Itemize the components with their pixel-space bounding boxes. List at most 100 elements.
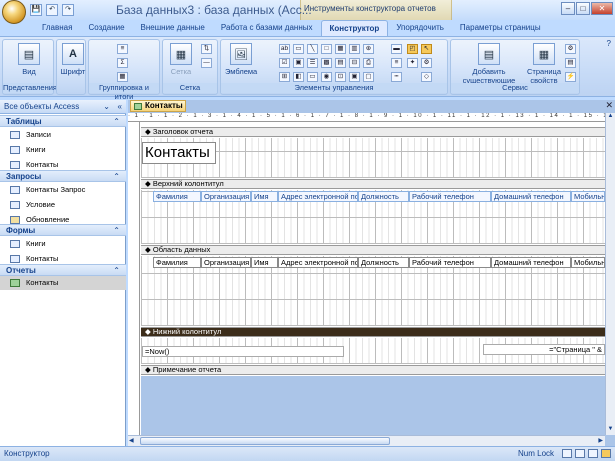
property-icon[interactable]: ◇ [421,72,432,82]
report-design-canvas[interactable]: · 1 · 1 · 1 · 2 · 1 · 3 · 1 · 4 · 1 · 5 … [128,113,605,435]
design-view-icon[interactable] [601,449,611,458]
tab-database-tools[interactable]: Работа с базами данных [213,20,321,36]
table-icon[interactable]: ▦ [335,44,346,54]
detail-field[interactable]: Адрес электронной почты [278,257,358,268]
toggle-icon[interactable]: ◧ [293,72,304,82]
scroll-right-icon[interactable]: ▶ [598,437,603,444]
report-title[interactable]: Контакты [142,142,216,164]
button-control-icon[interactable]: ▭ [307,72,318,82]
totals-icon[interactable]: Σ [117,58,128,68]
scroll-thumb[interactable] [140,437,390,445]
grid-button[interactable]: ▦ Сетка [165,43,197,76]
nav-section-forms[interactable]: Формы ⌃ [0,224,126,236]
close-button[interactable]: ✕ [591,2,613,15]
spacing-icon[interactable]: ⇅ [201,44,212,54]
attachment-icon[interactable]: ⎙ [363,58,374,68]
column-label[interactable]: Имя [251,191,278,202]
column-label[interactable]: Рабочий телефон [409,191,491,202]
detail-field[interactable]: Мобильный [571,257,605,268]
emblem-button[interactable]: 🖼 Эмблема [225,43,257,76]
macro-icon[interactable]: ⚡ [565,72,576,82]
document-tab[interactable]: Контакты [130,100,186,112]
tab-page-setup[interactable]: Параметры страницы [452,20,549,36]
collapse-icon[interactable]: « [118,100,122,114]
undo-icon[interactable]: ↶ [46,4,58,16]
image-icon[interactable]: ▩ [321,58,332,68]
property-sheet-button[interactable]: ▦ Страница свойств [527,43,561,85]
control-wizards-icon[interactable]: ✦ [407,58,418,68]
detail-field[interactable]: Организация [201,257,251,268]
nav-header[interactable]: Все объекты Access ⌄ « [0,100,126,114]
minimize-button[interactable]: – [561,2,575,15]
close-icon[interactable]: ✕ [605,100,613,111]
bound-frame-icon[interactable]: ▢ [363,72,374,82]
dropdown-icon[interactable]: ⌄ [103,100,110,114]
help-icon[interactable]: ? [607,39,611,48]
scroll-left-icon[interactable]: ◀ [129,437,134,444]
vertical-scrollbar[interactable]: ▲ ▼ [605,113,615,435]
detail-field[interactable]: Домашний телефон [491,257,571,268]
group-sort-icon[interactable]: ≡ [117,44,128,54]
column-label[interactable]: Домашний телефон [491,191,571,202]
nav-item-condition[interactable]: Условие [0,198,126,212]
tab-order-icon[interactable]: ⚙ [565,44,576,54]
nav-item-books-table[interactable]: Книги [0,143,126,157]
view-mode-icon[interactable] [562,449,572,458]
border-width-icon[interactable]: ≡ [391,58,402,68]
subform-icon[interactable]: ▤ [335,58,346,68]
nav-section-queries[interactable]: Запросы ⌃ [0,170,126,182]
line-control-icon[interactable]: ╲ [307,44,318,54]
tab-create[interactable]: Создание [80,20,132,36]
select-icon[interactable]: ◰ [407,44,418,54]
horizontal-ruler[interactable]: · 1 · 1 · 1 · 2 · 1 · 3 · 1 · 4 · 1 · 5 … [128,113,605,122]
view-mode-icon[interactable] [575,449,585,458]
band-page-header[interactable]: ◆ Верхний колонтитул [141,179,605,189]
nav-item-contacts-report[interactable]: Контакты [0,276,126,290]
border-color-icon[interactable]: ▬ [391,44,402,54]
border-style-icon[interactable]: ┅ [391,72,402,82]
footer-date-field[interactable]: =Now() [142,346,344,357]
office-button[interactable] [2,0,26,24]
activex-icon[interactable]: ⚙ [421,58,432,68]
vertical-ruler[interactable] [128,122,140,435]
horizontal-scrollbar[interactable]: ◀ ▶ [128,435,605,446]
band-detail[interactable]: ◆ Область данных [141,245,605,255]
option-group-icon[interactable]: ⊞ [279,72,290,82]
details-icon[interactable]: ▦ [117,72,128,82]
save-icon[interactable]: 💾 [30,4,42,16]
footer-page-field[interactable]: ="Страница " & [483,344,605,355]
textbox-icon[interactable]: ▭ [293,44,304,54]
checkbox-icon[interactable]: ☑ [279,58,290,68]
redo-icon[interactable]: ↷ [62,4,74,16]
detail-field[interactable]: Рабочий телефон [409,257,491,268]
nav-section-tables[interactable]: Таблицы ⌃ [0,115,126,127]
listbox-icon[interactable]: ☰ [307,58,318,68]
label-control-icon[interactable]: ab [279,44,290,54]
band-report-header[interactable]: ◆ Заголовок отчета [141,127,605,137]
detail-field[interactable]: Должность [358,257,409,268]
column-label[interactable]: Фамилия [153,191,201,202]
radio-icon[interactable]: ◉ [321,72,332,82]
tab-home[interactable]: Главная [34,20,80,36]
detail-field[interactable]: Фамилия [153,257,201,268]
column-label[interactable]: Мобильный [571,191,605,202]
page-break-icon[interactable]: ⊡ [335,72,346,82]
code-icon[interactable]: ▤ [565,58,576,68]
scroll-up-icon[interactable]: ▲ [606,113,615,122]
tab-external-data[interactable]: Внешние данные [133,20,213,36]
nav-item-books-form[interactable]: Книги [0,237,126,251]
column-label[interactable]: Должность [358,191,409,202]
band-report-footer[interactable]: ◆ Примечание отчета [141,365,605,375]
band-page-footer[interactable]: ◆ Нижний колонтитул [141,327,605,337]
nav-section-reports[interactable]: Отчеты ⌃ [0,264,126,276]
object-frame-icon[interactable]: ▣ [349,72,360,82]
maximize-button[interactable]: □ [576,2,590,15]
detail-field[interactable]: Имя [251,257,278,268]
rectangle-icon[interactable]: □ [321,44,332,54]
tab-arrange[interactable]: Упорядочить [388,20,452,36]
tab-control-icon[interactable]: ⊟ [349,58,360,68]
scroll-down-icon[interactable]: ▼ [606,426,615,435]
hyperlink-icon[interactable]: ⊕ [363,44,374,54]
nav-item-contacts-query[interactable]: Контакты Запрос [0,183,126,197]
column-label[interactable]: Организация [201,191,251,202]
